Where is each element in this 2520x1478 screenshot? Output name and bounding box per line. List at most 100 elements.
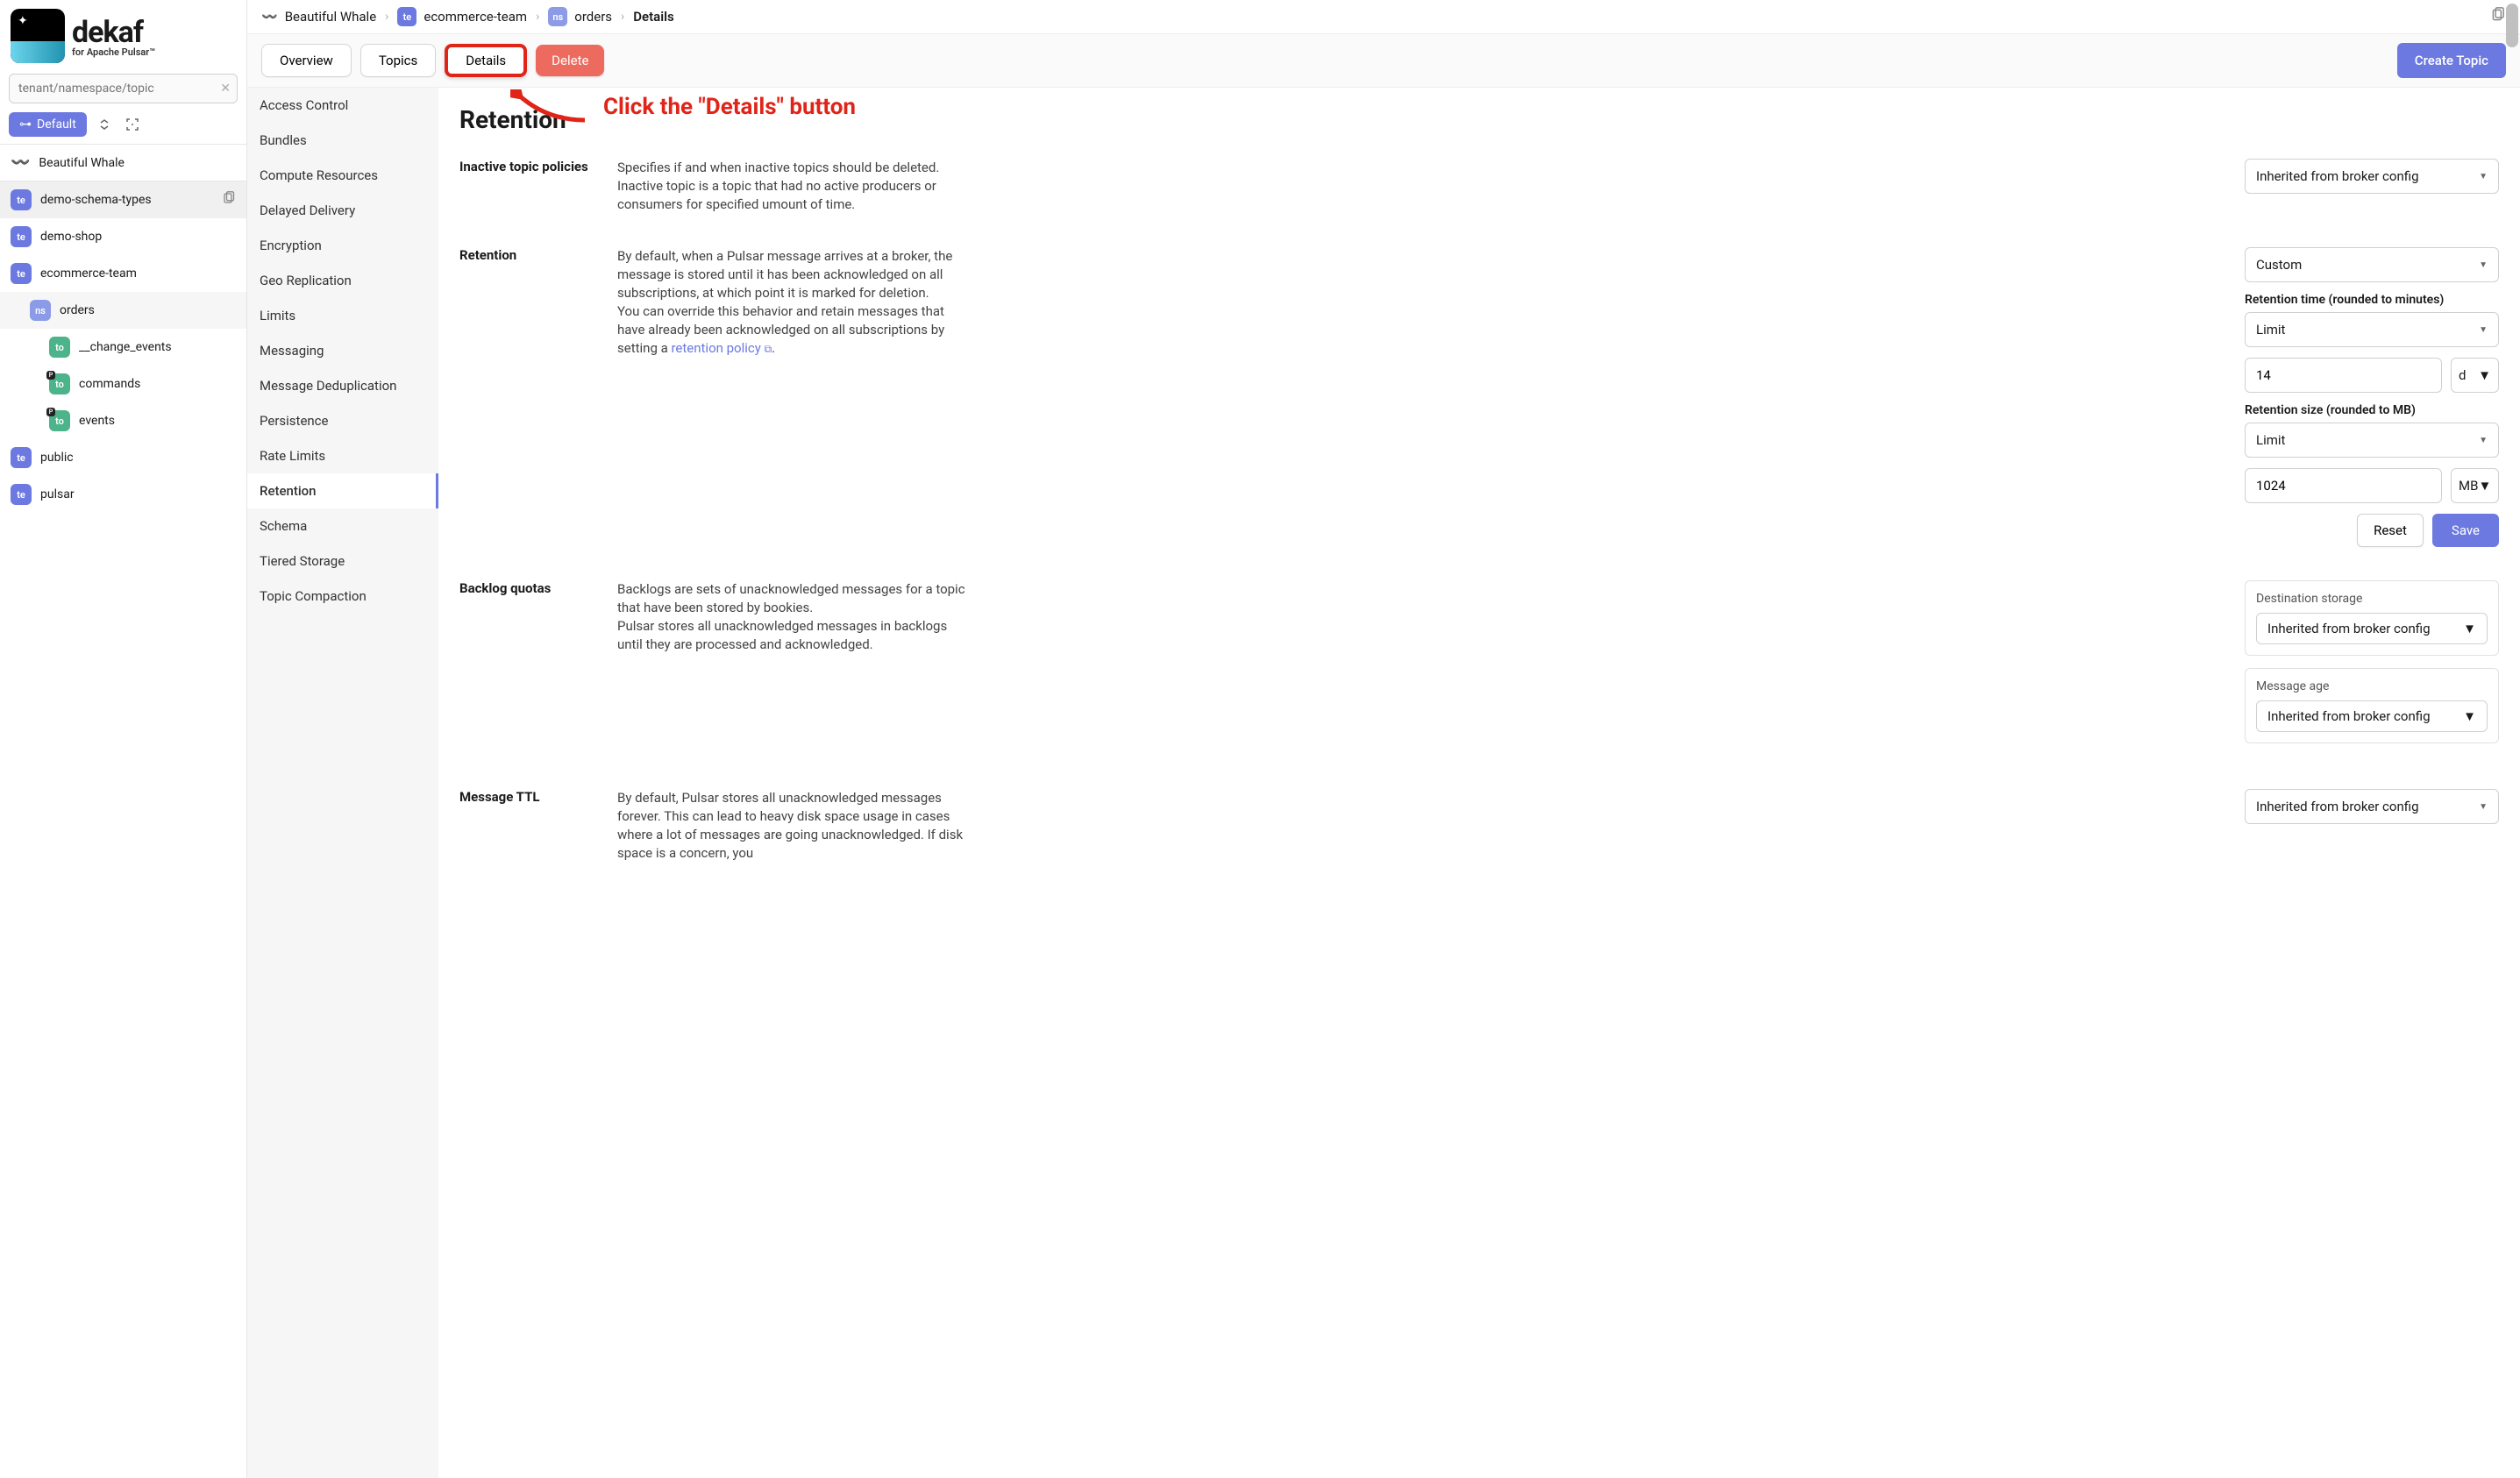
tenant-badge-icon: te — [11, 484, 32, 505]
destination-storage-label: Destination storage — [2256, 592, 2488, 606]
copy-icon[interactable] — [222, 191, 236, 209]
topic-change-events[interactable]: to __change_events — [0, 329, 246, 366]
brand-title: dekaf — [72, 15, 155, 50]
tab-overview[interactable]: Overview — [261, 44, 352, 77]
inactive-select[interactable]: Inherited from broker config ▼ — [2245, 159, 2499, 194]
focus-icon[interactable] — [122, 114, 143, 135]
sidenav-item-message-deduplication[interactable]: Message Deduplication — [247, 368, 438, 403]
message-ttl-select[interactable]: Inherited from broker config ▼ — [2245, 789, 2499, 824]
copy-icon[interactable] — [2490, 7, 2506, 26]
instance-name: Beautiful Whale — [39, 156, 125, 170]
retention-size-unit-select[interactable]: MB ▼ — [2451, 468, 2499, 503]
retention-size-mode-select[interactable]: Limit ▼ — [2245, 423, 2499, 458]
desc-text: By default, when a Pulsar message arrive… — [617, 248, 952, 301]
chevron-right-icon: › — [621, 10, 624, 24]
sidenav-item-encryption[interactable]: Encryption — [247, 228, 438, 263]
tenant-badge-icon: te — [11, 263, 32, 284]
retention-mode-select[interactable]: Custom ▼ — [2245, 247, 2499, 282]
retention-time-input[interactable] — [2245, 358, 2442, 393]
breadcrumb-namespace[interactable]: ns orders — [548, 7, 612, 26]
chevron-right-icon: › — [385, 10, 388, 24]
search-input[interactable] — [9, 74, 238, 103]
sidenav-item-messaging[interactable]: Messaging — [247, 333, 438, 368]
tenant-ecommerce-team[interactable]: te ecommerce-team — [0, 255, 246, 292]
save-button[interactable]: Save — [2432, 514, 2499, 547]
tree-label: ecommerce-team — [40, 266, 137, 281]
desc-text: Pulsar stores all unacknowledged message… — [617, 618, 947, 652]
caret-down-icon: ▼ — [2479, 172, 2488, 181]
sidebar-controls: ⊶ Default — [0, 109, 246, 144]
sidenav-item-tiered-storage[interactable]: Tiered Storage — [247, 544, 438, 579]
caret-down-icon: ▼ — [2478, 367, 2491, 383]
sidenav-item-topic-compaction[interactable]: Topic Compaction — [247, 579, 438, 614]
select-value: MB — [2459, 478, 2478, 494]
collapse-icon[interactable] — [94, 114, 115, 135]
sidenav-item-bundles[interactable]: Bundles — [247, 123, 438, 158]
sidebar: dekaf for Apache Pulsar™ ✕ ⊶ Default 〰️ — [0, 0, 247, 1478]
reset-button[interactable]: Reset — [2357, 514, 2424, 547]
tab-topics[interactable]: Topics — [360, 44, 436, 77]
sidenav-item-limits[interactable]: Limits — [247, 298, 438, 333]
breadcrumb-tenant-label: ecommerce-team — [424, 9, 527, 25]
sidenav-item-delayed-delivery[interactable]: Delayed Delivery — [247, 193, 438, 228]
select-value: Inherited from broker config — [2267, 621, 2431, 636]
main-area: 〰️ Beautiful Whale › te ecommerce-team ›… — [247, 0, 2520, 1478]
tenant-badge-icon: te — [11, 447, 32, 468]
topic-events[interactable]: Pto events — [0, 402, 246, 439]
topic-commands[interactable]: Pto commands — [0, 366, 246, 402]
message-age-select[interactable]: Inherited from broker config ▼ — [2256, 700, 2488, 732]
brand-subtitle: for Apache Pulsar™ — [72, 46, 155, 58]
caret-down-icon: ▼ — [2479, 802, 2488, 812]
topic-badge-icon: Pto — [49, 373, 70, 394]
message-age-box: Message age Inherited from broker config… — [2245, 668, 2499, 743]
tab-details[interactable]: Details — [445, 44, 527, 77]
breadcrumb-root[interactable]: 〰️ Beautiful Whale — [261, 9, 376, 25]
namespace-orders[interactable]: ns orders — [0, 292, 246, 329]
policy-retention: Retention By default, when a Pulsar mess… — [459, 247, 2499, 547]
tenant-public[interactable]: te public — [0, 439, 246, 476]
policy-desc: By default, Pulsar stores all unacknowle… — [617, 789, 968, 863]
tree-label: commands — [79, 377, 140, 391]
tabs-row: Overview Topics Details Delete Create To… — [247, 34, 2520, 88]
instance-row[interactable]: 〰️ Beautiful Whale — [0, 144, 246, 181]
sidenav-item-access-control[interactable]: Access Control — [247, 88, 438, 123]
search-wrap: ✕ — [0, 68, 246, 109]
clear-icon[interactable]: ✕ — [220, 82, 231, 96]
logo-icon — [11, 9, 65, 63]
sidenav-item-retention[interactable]: Retention — [247, 473, 438, 508]
retention-time-label: Retention time (rounded to minutes) — [2245, 293, 2499, 307]
select-value: Inherited from broker config — [2256, 168, 2419, 184]
sidenav-item-geo-replication[interactable]: Geo Replication — [247, 263, 438, 298]
sidenav-item-compute-resources[interactable]: Compute Resources — [247, 158, 438, 193]
tenant-pulsar[interactable]: te pulsar — [0, 476, 246, 513]
caret-down-icon: ▼ — [2479, 325, 2488, 335]
tenant-demo-shop[interactable]: te demo-shop — [0, 218, 246, 255]
create-topic-button[interactable]: Create Topic — [2397, 43, 2506, 78]
topic-badge-icon: to — [49, 337, 70, 358]
destination-storage-select[interactable]: Inherited from broker config ▼ — [2256, 613, 2488, 644]
policy-desc: Backlogs are sets of unacknowledged mess… — [617, 580, 968, 654]
scrollbar[interactable] — [2506, 4, 2518, 47]
retention-time-mode-select[interactable]: Limit ▼ — [2245, 312, 2499, 347]
policy-label: Inactive topic policies — [459, 159, 591, 174]
retention-size-input[interactable] — [2245, 468, 2442, 503]
breadcrumb-tenant[interactable]: te ecommerce-team — [397, 7, 527, 26]
desc-text: Backlogs are sets of unacknowledged mess… — [617, 581, 965, 615]
policy-desc: By default, when a Pulsar message arrive… — [617, 247, 968, 358]
retention-policy-link[interactable]: retention policy ⧉ — [671, 340, 772, 356]
caret-down-icon: ▼ — [2479, 436, 2488, 445]
default-button[interactable]: ⊶ Default — [9, 112, 87, 137]
sidenav-item-rate-limits[interactable]: Rate Limits — [247, 438, 438, 473]
policy-controls: Destination storage Inherited from broke… — [2245, 580, 2499, 756]
select-value: Custom — [2256, 257, 2302, 273]
sidenav-item-schema[interactable]: Schema — [247, 508, 438, 544]
policy-message-ttl: Message TTL By default, Pulsar stores al… — [459, 789, 2499, 863]
caret-down-icon: ▼ — [2463, 621, 2476, 636]
delete-button[interactable]: Delete — [536, 45, 604, 76]
sidenav-item-persistence[interactable]: Persistence — [247, 403, 438, 438]
tenant-demo-schema-types[interactable]: te demo-schema-types — [0, 181, 246, 218]
retention-time-unit-select[interactable]: d ▼ — [2451, 358, 2499, 393]
select-value: Inherited from broker config — [2256, 799, 2419, 814]
policy-backlog: Backlog quotas Backlogs are sets of unac… — [459, 580, 2499, 756]
app-root: dekaf for Apache Pulsar™ ✕ ⊶ Default 〰️ — [0, 0, 2520, 1478]
